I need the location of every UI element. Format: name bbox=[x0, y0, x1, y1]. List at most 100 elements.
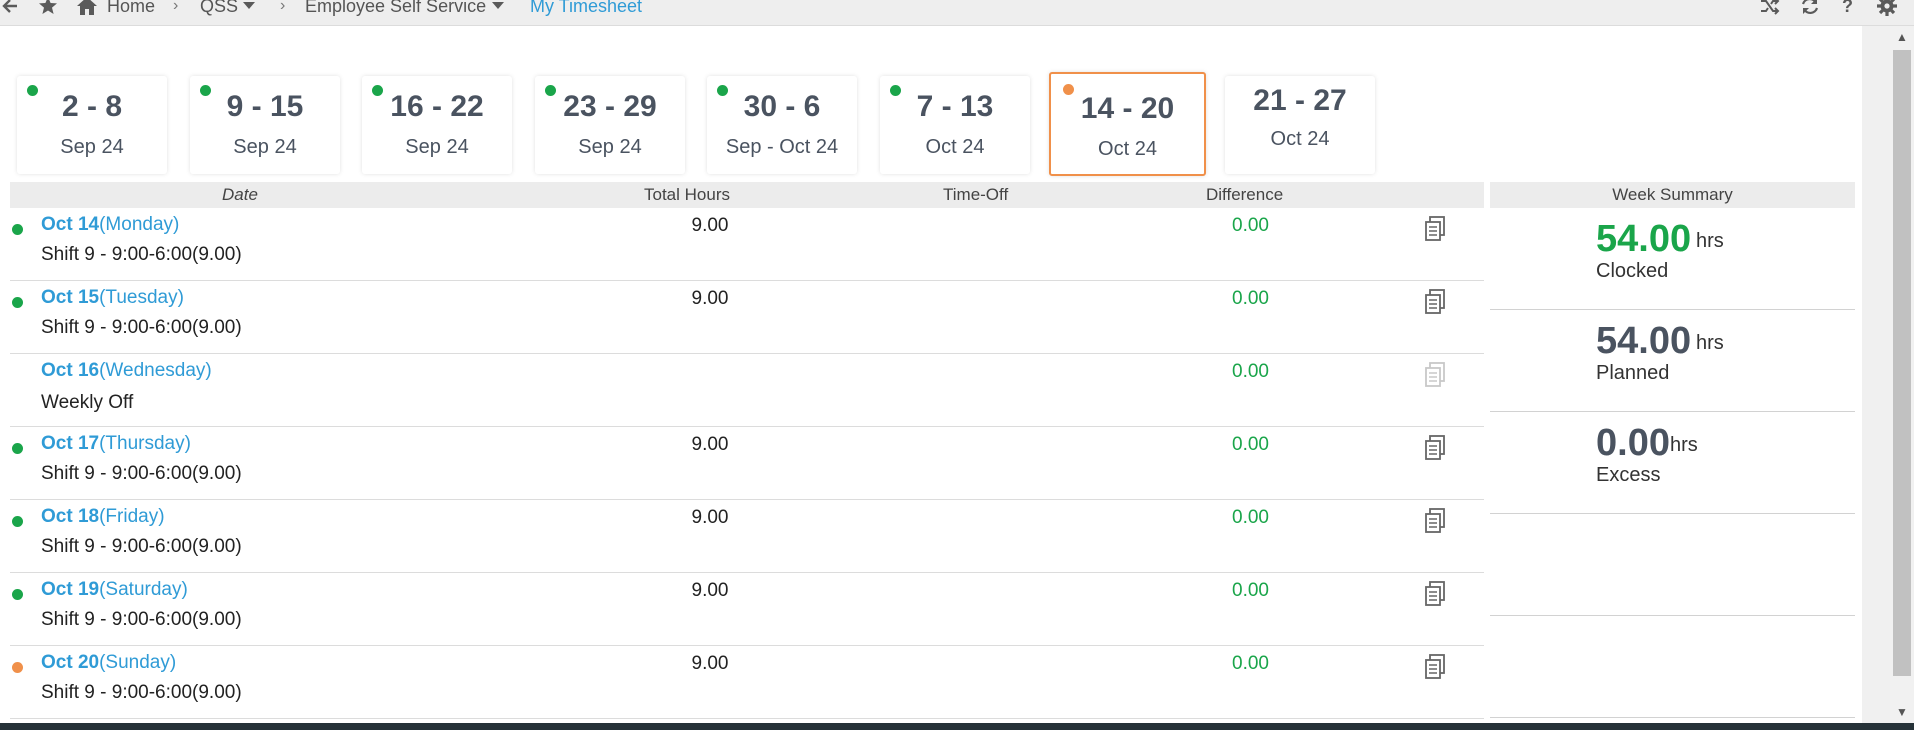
week-card[interactable]: 30 - 6 Sep - Oct 24 bbox=[707, 76, 857, 174]
row-total-hours: 9.00 bbox=[691, 288, 729, 309]
week-card-selected[interactable]: 14 - 20 Oct 24 bbox=[1049, 72, 1206, 176]
row-shift: Shift 9 - 9:00-6:00(9.00) bbox=[41, 682, 242, 703]
chevron-down-icon[interactable] bbox=[242, 0, 256, 17]
week-range: 7 - 13 bbox=[916, 90, 994, 123]
breadcrumb-separator: › bbox=[173, 0, 179, 14]
status-dot bbox=[12, 224, 23, 235]
breadcrumb-home[interactable]: Home bbox=[107, 0, 155, 17]
week-summary-title: Week Summary bbox=[1490, 182, 1855, 208]
copy-icon[interactable] bbox=[1424, 435, 1446, 461]
back-icon[interactable] bbox=[2, 0, 18, 17]
copy-icon[interactable] bbox=[1424, 508, 1446, 534]
summary-unit: hrs bbox=[1670, 434, 1698, 456]
copy-icon bbox=[1424, 362, 1446, 388]
shuffle-icon[interactable] bbox=[1760, 0, 1780, 17]
week-month: Sep 24 bbox=[578, 136, 642, 158]
table-row: Oct 17(Thursday) Shift 9 - 9:00-6:00(9.0… bbox=[10, 427, 1484, 500]
row-difference: 0.00 bbox=[1232, 507, 1269, 528]
week-card[interactable]: 21 - 27 Oct 24 bbox=[1225, 76, 1375, 174]
week-month: Sep 24 bbox=[60, 136, 124, 158]
column-header-difference[interactable]: Difference bbox=[1206, 185, 1283, 205]
breadcrumb-company[interactable]: QSS bbox=[200, 0, 238, 17]
row-day: (Thursday) bbox=[99, 433, 191, 454]
summary-label: Planned bbox=[1596, 362, 1670, 384]
help-icon[interactable]: ? bbox=[1842, 0, 1853, 17]
summary-planned: 54.00 hrs Planned bbox=[1490, 310, 1855, 412]
table-row: Oct 14(Monday) Shift 9 - 9:00-6:00(9.00)… bbox=[10, 208, 1484, 281]
row-day: (Monday) bbox=[99, 214, 180, 235]
summary-excess: 0.00 hrs Excess bbox=[1490, 412, 1855, 514]
copy-icon[interactable] bbox=[1424, 289, 1446, 315]
table-row: Oct 20(Sunday) Shift 9 - 9:00-6:00(9.00)… bbox=[10, 646, 1484, 719]
row-date-link[interactable]: Oct 18(Friday) bbox=[41, 506, 165, 528]
row-date: Oct 17 bbox=[41, 433, 100, 454]
week-month: Oct 24 bbox=[1270, 128, 1330, 150]
row-shift: Shift 9 - 9:00-6:00(9.00) bbox=[41, 536, 242, 557]
column-header-time-off[interactable]: Time-Off bbox=[943, 185, 1008, 205]
row-total-hours: 9.00 bbox=[691, 653, 729, 674]
row-date-link[interactable]: Oct 20(Sunday) bbox=[41, 652, 176, 674]
row-date-link[interactable]: Oct 14(Monday) bbox=[41, 214, 179, 236]
week-card[interactable]: 16 - 22 Sep 24 bbox=[362, 76, 512, 174]
row-date-link[interactable]: Oct 19(Saturday) bbox=[41, 579, 188, 601]
copy-icon[interactable] bbox=[1424, 216, 1446, 242]
row-total-hours: 9.00 bbox=[691, 580, 729, 601]
home-icon[interactable] bbox=[76, 0, 98, 17]
row-shift: Weekly Off bbox=[41, 392, 134, 413]
week-month: Sep 24 bbox=[233, 136, 297, 158]
week-month: Oct 24 bbox=[1098, 138, 1157, 160]
breadcrumb-separator: › bbox=[280, 0, 286, 14]
gear-icon[interactable] bbox=[1876, 0, 1898, 17]
week-month: Oct 24 bbox=[925, 136, 985, 158]
status-dot bbox=[12, 443, 23, 454]
column-header-total-hours[interactable]: Total Hours bbox=[644, 185, 730, 205]
breadcrumb-module[interactable]: Employee Self Service bbox=[305, 0, 486, 17]
table-row: Oct 18(Friday) Shift 9 - 9:00-6:00(9.00)… bbox=[10, 500, 1484, 573]
row-date-link[interactable]: Oct 17(Thursday) bbox=[41, 433, 191, 455]
week-range: 21 - 27 bbox=[1253, 84, 1347, 117]
week-card[interactable]: 7 - 13 Oct 24 bbox=[880, 76, 1030, 174]
row-date: Oct 16 bbox=[41, 360, 100, 381]
week-range: 14 - 20 bbox=[1080, 92, 1175, 125]
copy-icon[interactable] bbox=[1424, 654, 1446, 680]
breadcrumb-current[interactable]: My Timesheet bbox=[530, 0, 642, 17]
row-day: (Tuesday) bbox=[99, 287, 184, 308]
row-day: (Friday) bbox=[99, 506, 165, 527]
row-date: Oct 18 bbox=[41, 506, 100, 527]
star-icon[interactable] bbox=[38, 0, 58, 17]
summary-unit: hrs bbox=[1696, 230, 1724, 252]
week-range: 9 - 15 bbox=[226, 90, 304, 123]
refresh-icon[interactable] bbox=[1800, 0, 1820, 17]
row-date-link[interactable]: Oct 15(Tuesday) bbox=[41, 287, 184, 309]
summary-clocked: 54.00 hrs Clocked bbox=[1490, 208, 1855, 310]
row-shift: Shift 9 - 9:00-6:00(9.00) bbox=[41, 317, 242, 338]
summary-unit: hrs bbox=[1696, 332, 1724, 354]
row-day: (Wednesday) bbox=[99, 360, 212, 381]
scroll-down-arrow[interactable]: ▼ bbox=[1890, 701, 1914, 723]
summary-label: Excess bbox=[1596, 464, 1661, 486]
scrollbar-thumb[interactable] bbox=[1893, 50, 1911, 676]
column-header-date[interactable]: Date bbox=[222, 185, 258, 205]
week-card[interactable]: 9 - 15 Sep 24 bbox=[190, 76, 340, 174]
row-total-hours: 9.00 bbox=[691, 507, 729, 528]
summary-label: Clocked bbox=[1596, 260, 1669, 282]
summary-empty-slot bbox=[1490, 514, 1855, 616]
chevron-down-icon[interactable] bbox=[491, 0, 505, 17]
week-card[interactable]: 2 - 8 Sep 24 bbox=[17, 76, 167, 174]
week-card[interactable]: 23 - 29 Sep 24 bbox=[535, 76, 685, 174]
vertical-scrollbar[interactable]: ▲ ▼ bbox=[1890, 26, 1914, 723]
row-difference: 0.00 bbox=[1232, 434, 1269, 455]
row-date: Oct 19 bbox=[41, 579, 100, 600]
scroll-up-arrow[interactable]: ▲ bbox=[1890, 26, 1914, 48]
summary-empty-slot bbox=[1490, 616, 1855, 718]
row-date-link[interactable]: Oct 16(Wednesday) bbox=[41, 360, 212, 382]
row-date: Oct 20 bbox=[41, 652, 100, 673]
week-range: 16 - 22 bbox=[390, 90, 484, 123]
bottom-bar bbox=[0, 723, 1914, 730]
row-total-hours: 9.00 bbox=[691, 434, 729, 455]
row-day: (Saturday) bbox=[99, 579, 188, 600]
row-shift: Shift 9 - 9:00-6:00(9.00) bbox=[41, 463, 242, 484]
table-row: Oct 15(Tuesday) Shift 9 - 9:00-6:00(9.00… bbox=[10, 281, 1484, 354]
copy-icon[interactable] bbox=[1424, 581, 1446, 607]
top-bar: Home › QSS › Employee Self Service My Ti… bbox=[0, 0, 1914, 26]
